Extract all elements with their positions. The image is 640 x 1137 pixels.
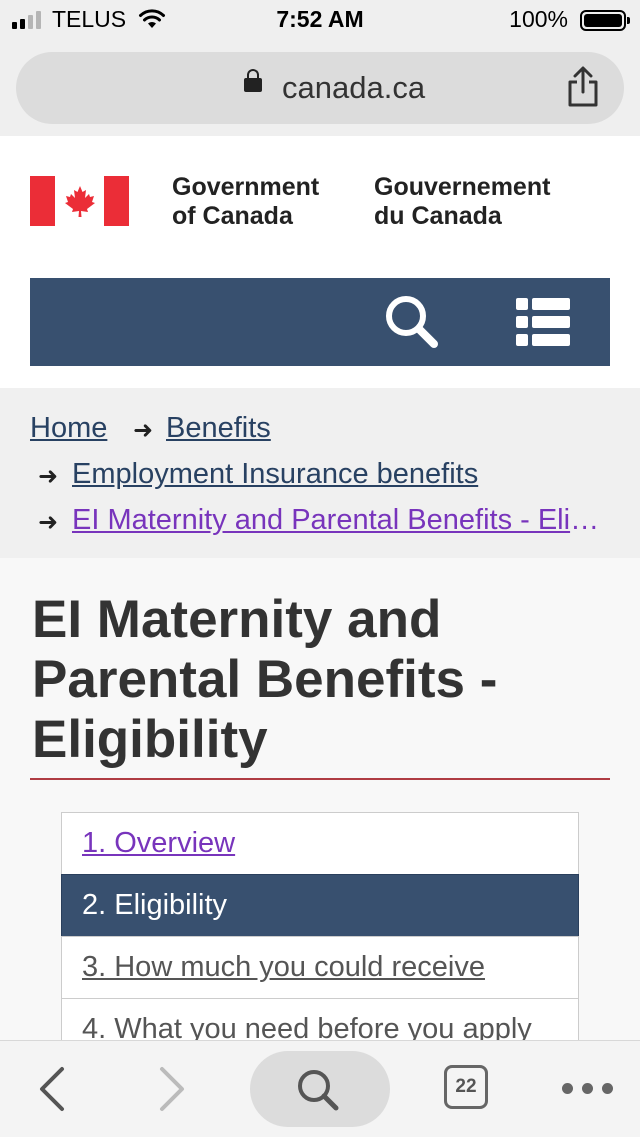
breadcrumb-home[interactable]: Home	[30, 412, 107, 445]
menu-icon[interactable]	[514, 296, 572, 348]
gouvernement-du-canada-wordmark[interactable]: Gouvernement du Canada	[374, 173, 550, 231]
search-icon	[298, 1070, 339, 1111]
tabs-icon[interactable]: 22	[444, 1065, 488, 1109]
share-icon[interactable]	[566, 66, 600, 108]
breadcrumb-ei-maternity-parental[interactable]: EI Maternity and Parental Benefits - Eli…	[72, 504, 612, 537]
address-bar[interactable]: canada.ca	[16, 52, 624, 124]
gov-en-line1: Government	[172, 173, 320, 201]
toc-item-label: 2. Eligibility	[82, 889, 228, 921]
breadcrumb-ei-benefits[interactable]: Employment Insurance benefits	[72, 458, 478, 491]
toc-item-label: 1. Overview	[82, 827, 236, 859]
toc-item-label: 3. How much you could receive	[82, 951, 485, 983]
section-navigation: 1. Overview 2. Eligibility 3. How much y…	[61, 812, 579, 1061]
toc-item-how-much[interactable]: 3. How much you could receive	[61, 936, 579, 999]
arrow-right-icon: ➜	[133, 417, 154, 444]
site-header: Government of Canada Gouvernement du Can…	[0, 136, 640, 388]
arrow-right-icon: ➜	[38, 509, 59, 536]
battery-icon	[580, 10, 630, 31]
gov-fr-line1: Gouvernement	[374, 173, 551, 201]
title-divider	[30, 778, 610, 780]
arrow-right-icon: ➜	[38, 463, 59, 490]
search-icon[interactable]	[382, 292, 442, 352]
back-icon[interactable]	[36, 1065, 68, 1113]
toc-item-eligibility[interactable]: 2. Eligibility	[61, 874, 579, 937]
page-title: EI Maternity and Parental Benefits - Eli…	[32, 590, 612, 770]
more-icon[interactable]	[562, 1083, 613, 1094]
site-nav-bar	[30, 278, 610, 366]
battery-percent: 100%	[509, 6, 568, 32]
page-title-line2: Parental Benefits -	[32, 650, 498, 709]
gov-en-line2: of Canada	[172, 202, 293, 230]
forward-icon[interactable]	[156, 1065, 188, 1113]
url-text: canada.ca	[282, 70, 426, 105]
page-title-line1: EI Maternity and	[32, 590, 442, 649]
canada-flag-icon[interactable]	[30, 176, 129, 226]
page-title-line3: Eligibility	[32, 710, 268, 769]
browser-address-area: canada.ca	[0, 40, 640, 136]
breadcrumb-benefits[interactable]: Benefits	[166, 412, 271, 445]
gov-fr-line2: du Canada	[374, 202, 502, 230]
status-bar: TELUS 7:52 AM 100%	[0, 0, 640, 40]
browser-toolbar: 22	[0, 1040, 640, 1137]
breadcrumb: Home ➜ Benefits ➜ Employment Insurance b…	[0, 388, 640, 558]
toolbar-search-button[interactable]	[250, 1051, 390, 1127]
government-of-canada-wordmark[interactable]: Government of Canada	[172, 173, 319, 231]
lock-icon	[244, 69, 262, 92]
toc-item-overview[interactable]: 1. Overview	[61, 812, 579, 875]
